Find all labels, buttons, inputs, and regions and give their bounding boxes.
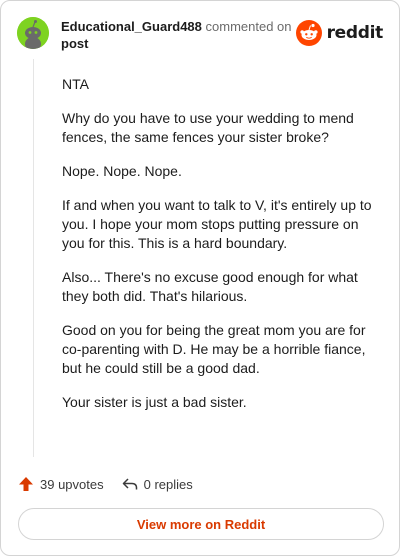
comment-body: NTA Why do you have to use your wedding … (62, 75, 372, 427)
comment-paragraph: Nope. Nope. Nope. (62, 163, 182, 179)
comment-paragraph: NTA (62, 76, 89, 92)
username-link[interactable]: Educational_Guard488 (61, 19, 202, 34)
reply-arrow-icon (122, 478, 137, 490)
comment-actions: 39 upvotes 0 replies (18, 473, 211, 495)
post-link[interactable]: post (61, 35, 292, 52)
commented-on-text: commented on (205, 19, 292, 34)
comment-paragraph: Your sister is just a bad sister. (62, 394, 247, 410)
upvotes-count: 39 upvotes (40, 476, 104, 492)
comment-embed-card: Educational_Guard488 commented on post r… (0, 0, 400, 556)
reply-button[interactable]: 0 replies (122, 476, 193, 492)
replies-count: 0 replies (143, 476, 193, 492)
reddit-wordmark: reddit (326, 23, 384, 43)
comment-paragraph: Why do you have to use your wedding to m… (62, 110, 354, 145)
snoo-avatar-icon[interactable] (17, 17, 49, 49)
comment-header: Educational_Guard488 commented on post r… (17, 17, 383, 51)
view-more-button[interactable]: View more on Reddit (18, 508, 384, 540)
comment-paragraph: If and when you want to talk to V, it's … (62, 197, 372, 251)
comment-paragraph: Also... There's no excuse good enough fo… (62, 269, 358, 304)
reddit-logo-icon (295, 20, 322, 46)
comment-meta: Educational_Guard488 commented on post (61, 18, 292, 52)
upvote-arrow-icon (19, 477, 33, 491)
upvote-button[interactable]: 39 upvotes (18, 476, 104, 492)
thread-line (33, 59, 34, 457)
comment-paragraph: Good on you for being the great mom you … (62, 322, 366, 376)
reddit-logo[interactable]: reddit (295, 19, 384, 47)
